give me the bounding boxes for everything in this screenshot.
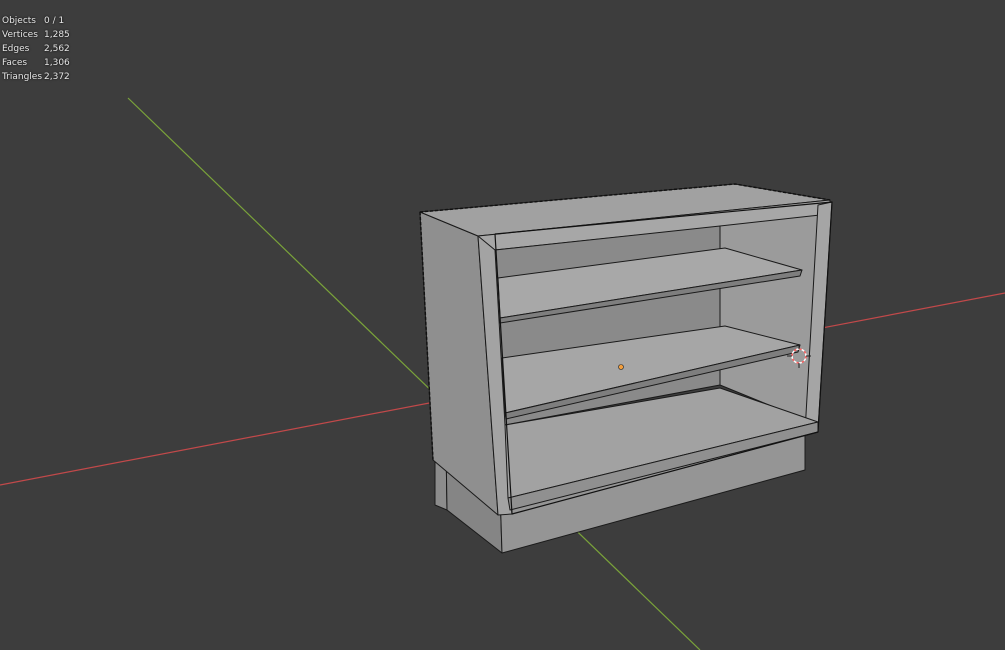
stat-row-triangles: Triangles 2,372 — [2, 70, 70, 84]
3d-viewport[interactable]: Objects 0 / 1 Vertices 1,285 Edges 2,562… — [0, 0, 1005, 650]
stat-label: Edges — [2, 44, 30, 54]
viewport-scene — [0, 97, 1005, 650]
stat-row-vertices: Vertices 1,285 — [2, 28, 70, 42]
stat-value: 0 / 1 — [44, 16, 65, 26]
stat-label: Faces — [2, 58, 28, 68]
stat-label: Triangles — [2, 72, 43, 82]
stat-row-objects: Objects 0 / 1 — [2, 14, 70, 28]
cabinet-mesh[interactable] — [419, 183, 833, 554]
stat-row-faces: Faces 1,306 — [2, 56, 70, 70]
origin-dot-icon[interactable] — [618, 364, 624, 370]
statistics-overlay: Objects 0 / 1 Vertices 1,285 Edges 2,562… — [2, 14, 70, 84]
stat-value: 1,306 — [44, 58, 70, 68]
stat-row-edges: Edges 2,562 — [2, 42, 70, 56]
stat-label: Objects — [2, 16, 37, 26]
stat-value: 2,562 — [44, 44, 70, 54]
stat-value: 1,285 — [44, 30, 70, 40]
stat-value: 2,372 — [44, 72, 70, 82]
stat-label: Vertices — [2, 30, 38, 40]
